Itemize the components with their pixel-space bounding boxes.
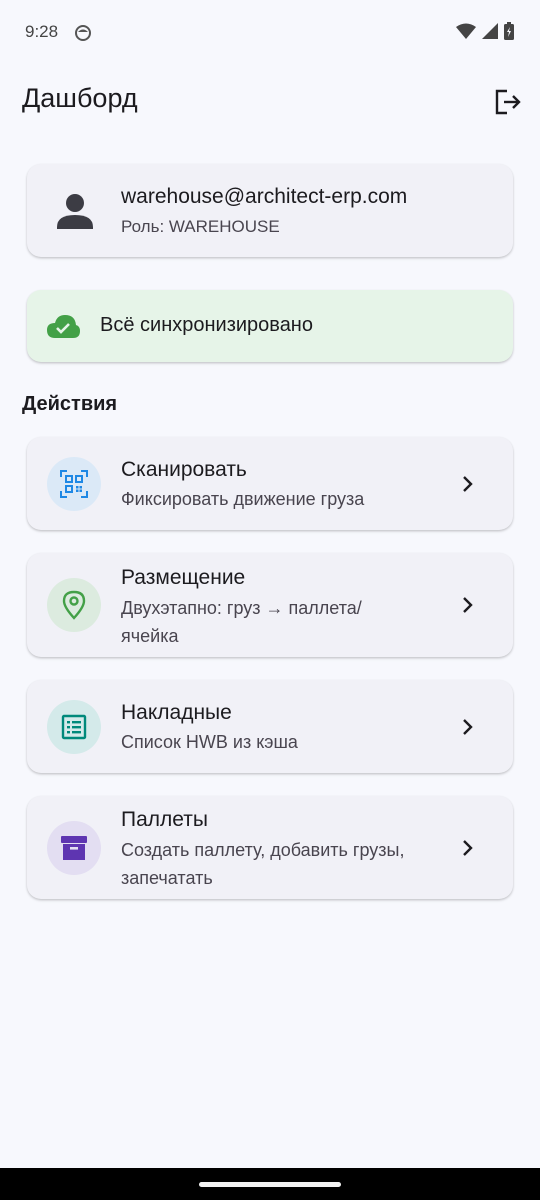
status-time: 9:28 (25, 22, 59, 41)
person-icon (57, 194, 93, 229)
cell-signal-icon (482, 23, 498, 39)
sync-status-text: Всё синхронизировано (100, 314, 313, 336)
action-title: Паллеты (121, 808, 208, 831)
sync-status-card: Всё синхронизировано (27, 290, 513, 362)
battery-icon (504, 22, 514, 40)
system-nav-bar (0, 1168, 540, 1200)
chevron-right-icon (463, 719, 473, 735)
action-subtitle: Фиксировать движение груза (121, 489, 365, 509)
chevron-right-icon (463, 840, 473, 856)
list-document-icon (61, 714, 87, 740)
action-subtitle: Двухэтапно: груз → паллета/ ячейка (121, 598, 362, 646)
chevron-right-icon (463, 597, 473, 613)
status-bar: 9:28 (0, 0, 540, 66)
action-waybills[interactable]: Накладные Список HWB из кэша (27, 680, 513, 773)
action-pallets[interactable]: Паллеты Создать паллету, добавить грузы,… (27, 796, 513, 899)
wifi-icon (456, 23, 476, 39)
action-scan[interactable]: Сканировать Фиксировать движение груза (27, 437, 513, 530)
home-indicator[interactable] (199, 1182, 341, 1187)
actions-section-title: Действия (22, 393, 118, 415)
user-card: warehouse@architect-erp.com Роль: WAREHO… (27, 164, 513, 257)
page-title: Дашборд (22, 83, 138, 113)
cloud-done-icon (47, 315, 80, 338)
location-pin-icon (62, 590, 86, 620)
status-icons (456, 22, 514, 40)
action-title: Размещение (121, 566, 246, 589)
chevron-right-icon (463, 476, 473, 492)
action-waybills-icon-bg (47, 700, 101, 754)
action-subtitle: Создать паллету, добавить грузы, запечат… (121, 840, 405, 888)
action-scan-icon-bg (47, 457, 101, 511)
logout-button[interactable] (488, 84, 528, 120)
app-bar: Дашборд (0, 66, 540, 136)
action-placement[interactable]: Размещение Двухэтапно: груз → паллета/ я… (27, 553, 513, 657)
qr-scan-icon (60, 470, 88, 498)
logout-icon (495, 89, 521, 115)
action-placement-icon-bg (47, 578, 101, 632)
archive-box-icon (61, 836, 87, 860)
user-email: warehouse@architect-erp.com (121, 185, 408, 208)
user-role: Роль: WAREHOUSE (121, 217, 280, 236)
action-pallets-icon-bg (47, 821, 101, 875)
action-subtitle: Список HWB из кэша (121, 732, 298, 752)
action-title: Сканировать (121, 458, 247, 481)
action-title: Накладные (121, 701, 232, 724)
notification-face-icon (75, 25, 91, 41)
